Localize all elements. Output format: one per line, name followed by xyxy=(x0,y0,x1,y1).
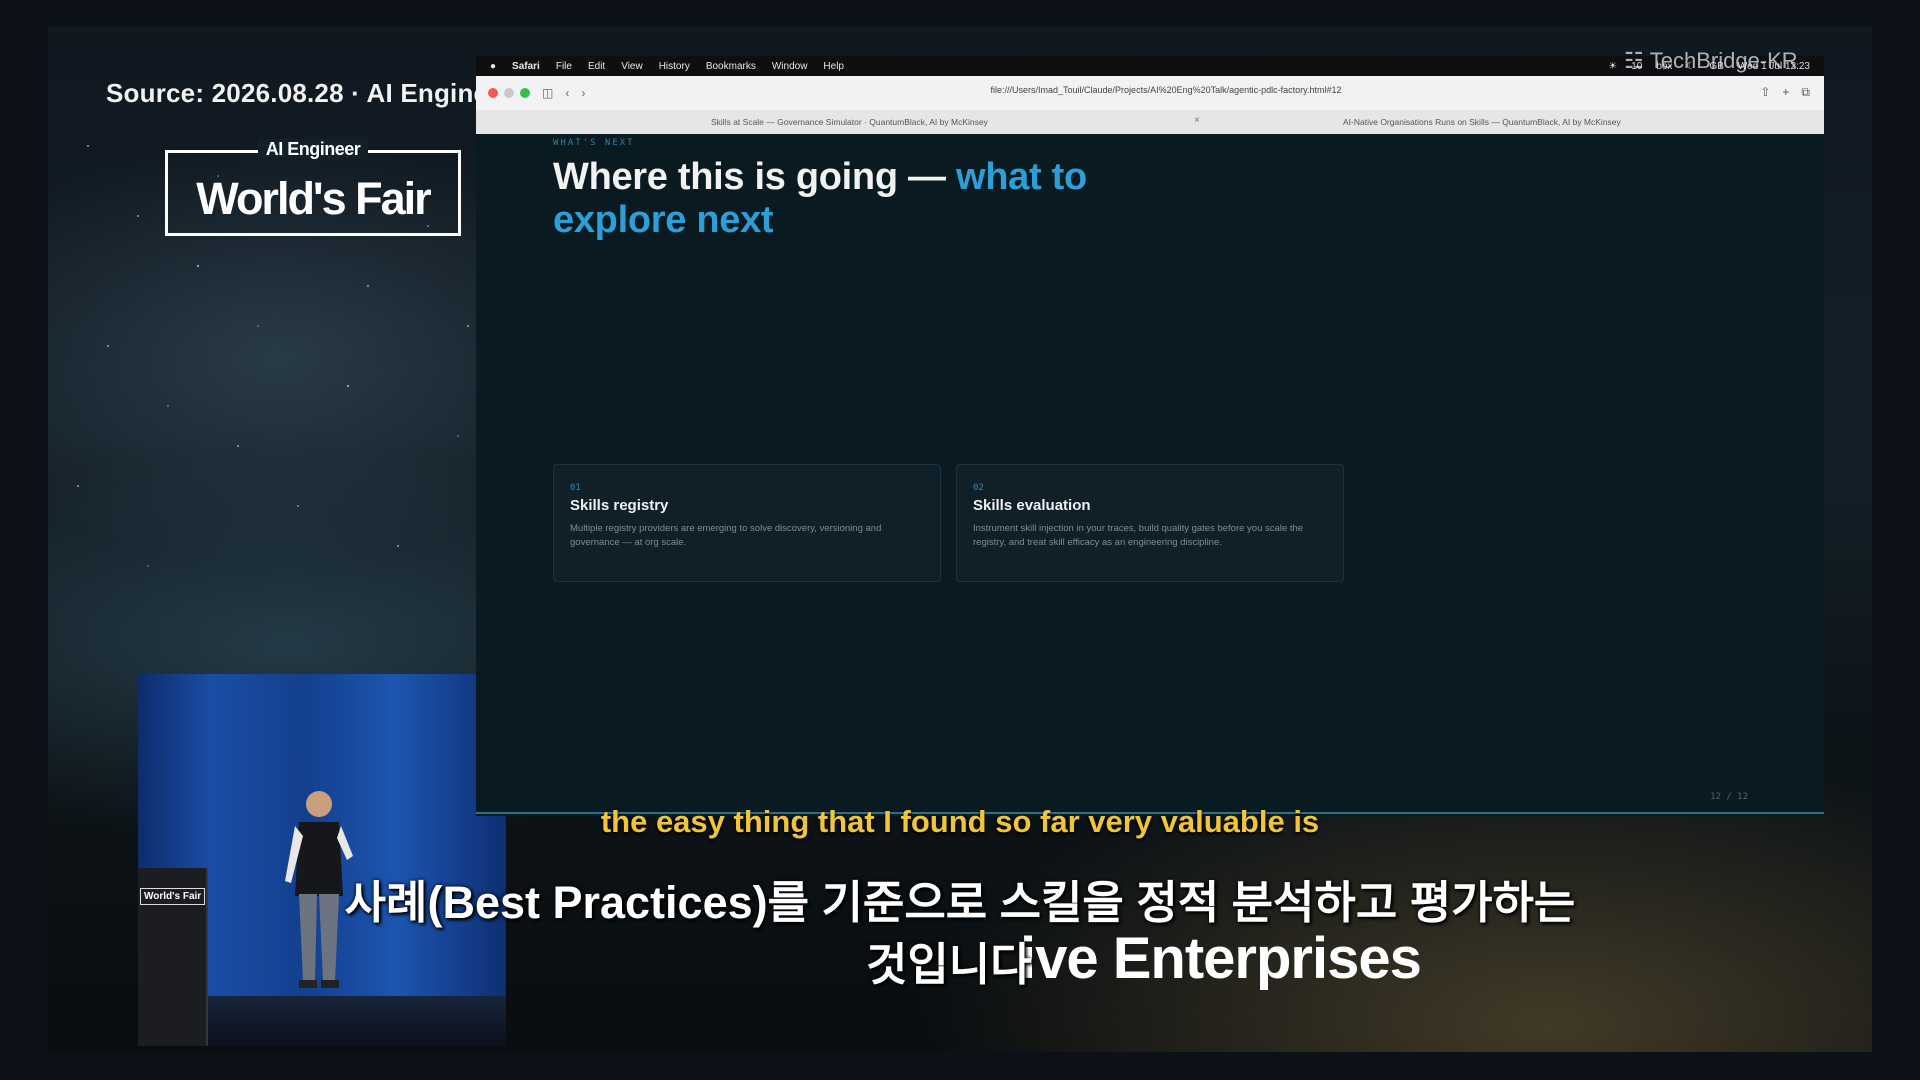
apple-icon[interactable]: ● xyxy=(490,61,496,72)
tab-overview-icon[interactable]: ⧉ xyxy=(1801,85,1810,100)
brightness-icon[interactable]: ☀ xyxy=(1608,61,1617,72)
forward-icon[interactable]: › xyxy=(581,86,585,100)
tab-ai-native-organisations[interactable]: AI-Native Organisations Runs on Skills —… xyxy=(1343,117,1621,127)
slide-kicker: WHAT'S NEXT xyxy=(553,138,635,148)
card-skills-registry: 01 Skills registry Multiple registry pro… xyxy=(553,464,941,582)
card-description: Instrument skill injection in your trace… xyxy=(973,523,1304,548)
new-tab-icon[interactable]: + xyxy=(1782,85,1789,100)
browser-toolbar: ◫ ‹ › file:///Users/Imad_Touil/Claude/Pr… xyxy=(476,76,1824,110)
menu-help[interactable]: Help xyxy=(823,61,844,72)
menu-history[interactable]: History xyxy=(659,61,690,72)
back-icon[interactable]: ‹ xyxy=(565,86,569,100)
card-description: Multiple registry providers are emerging… xyxy=(570,523,882,548)
logo-main-text: World's Fair xyxy=(196,173,431,224)
source-caption: Source: 2026.08.28 · AI Engineer xyxy=(106,78,514,108)
english-subtitle: the easy thing that I found so far very … xyxy=(600,804,1320,839)
worlds-fair-logo: AI Engineer World's Fair xyxy=(165,139,461,236)
card-title: Skills registry xyxy=(570,497,669,514)
menu-bookmarks[interactable]: Bookmarks xyxy=(706,61,756,72)
logo-top-text: AI Engineer xyxy=(257,139,369,159)
minimize-window-button[interactable] xyxy=(504,88,514,98)
macos-menubar: ● Safari File Edit View History Bookmark… xyxy=(476,56,1824,76)
sidebar-toggle-icon[interactable]: ◫ xyxy=(542,86,553,100)
slide-pager: 12 / 12 xyxy=(1710,792,1748,802)
card-number: 02 xyxy=(973,483,984,493)
zoom-window-button[interactable] xyxy=(520,88,530,98)
card-title: Skills evaluation xyxy=(973,497,1091,514)
tab-governance-simulator[interactable]: Skills at Scale — Governance Simulator ·… xyxy=(711,117,988,127)
menu-window[interactable]: Window xyxy=(772,61,808,72)
heading-main: Where this is going — xyxy=(553,156,956,198)
presentation-slide: WHAT'S NEXT Where this is going — what t… xyxy=(476,134,1824,816)
bridge-logo-icon: ☷ xyxy=(1624,48,1644,73)
menu-app-safari[interactable]: Safari xyxy=(512,61,540,72)
menu-file[interactable]: File xyxy=(556,61,572,72)
tab-bar: Skills at Scale — Governance Simulator ·… xyxy=(476,110,1824,135)
close-window-button[interactable] xyxy=(488,88,498,98)
share-icon[interactable]: ⇧ xyxy=(1760,85,1770,100)
card-number: 01 xyxy=(570,483,581,493)
menu-edit[interactable]: Edit xyxy=(588,61,605,72)
card-skills-evaluation: 02 Skills evaluation Instrument skill in… xyxy=(956,464,1344,582)
window-controls xyxy=(488,88,530,98)
menu-view[interactable]: View xyxy=(621,61,643,72)
address-bar[interactable]: file:///Users/Imad_Touil/Claude/Projects… xyxy=(866,85,1466,95)
background-title-fragment: ive Enterprises xyxy=(1020,926,1422,991)
close-tab-icon[interactable]: × xyxy=(1194,115,1200,126)
browser-window: ● Safari File Edit View History Bookmark… xyxy=(476,56,1824,816)
korean-subtitle-line1: 사례(Best Practices)를 기준으로 스킬을 정적 분석하고 평가하… xyxy=(344,877,1576,928)
toolbar-actions: ⇧ + ⧉ xyxy=(1760,85,1810,100)
channel-watermark: ☷ TechBridge-KR xyxy=(1624,48,1798,74)
slide-heading: Where this is going — what to explore ne… xyxy=(553,156,1113,242)
speaker-video: World's Fair xyxy=(138,674,506,1046)
korean-subtitle-line2: 것입니다 xyxy=(866,939,1032,990)
watermark-text: TechBridge-KR xyxy=(1649,48,1798,73)
